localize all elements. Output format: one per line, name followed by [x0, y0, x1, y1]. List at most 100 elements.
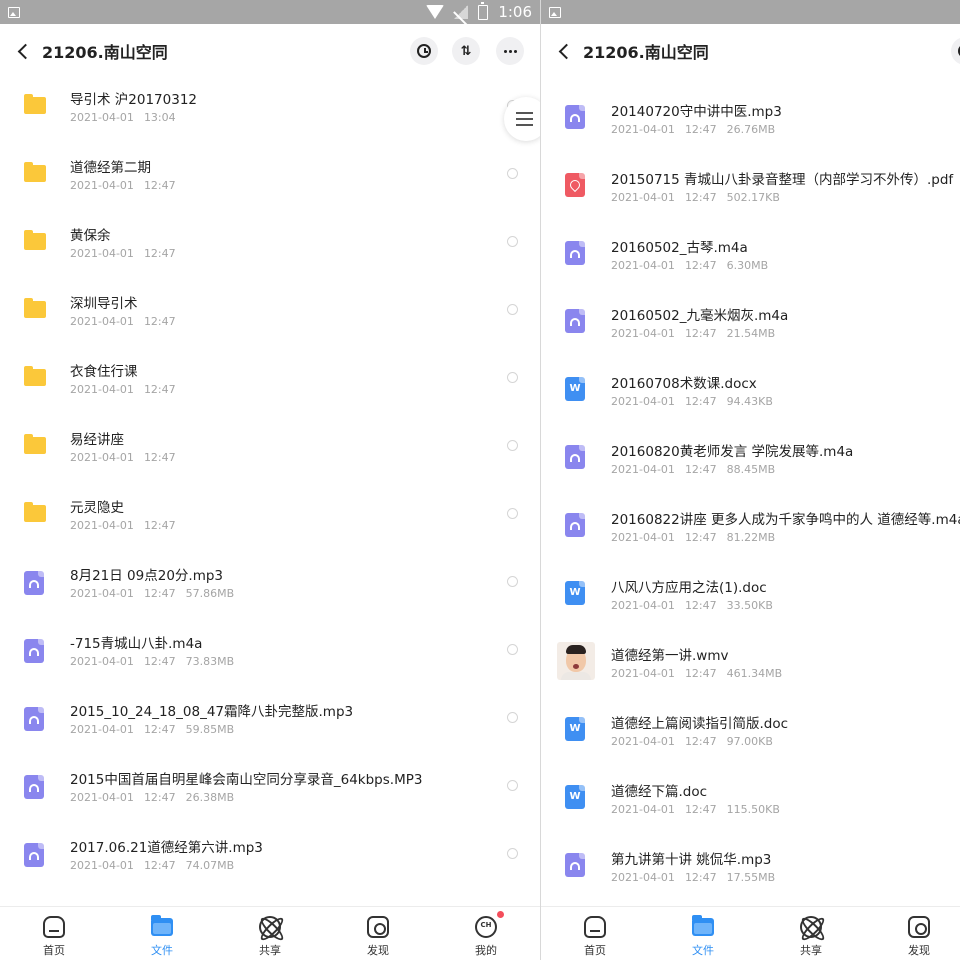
file-meta: 2021-04-01 12:47: [70, 519, 176, 532]
list-item[interactable]: 2017.06.21道德经第六讲.mp3 2021-04-01 12:47 74.07…: [0, 826, 540, 894]
file-time: 12:47: [684, 327, 717, 340]
folder-icon: [24, 298, 46, 318]
list-item[interactable]: -715青城山八卦.m4a 2021-04-01 12:47 73.83MB: [0, 622, 540, 690]
list-item[interactable]: 深圳导引术 2021-04-01 12:47: [0, 282, 540, 350]
nav-home[interactable]: 首页: [555, 907, 635, 960]
list-item[interactable]: 8月21日 09点20分.mp3 2021-04-01 12:47 57.86MB: [0, 554, 540, 622]
nav-mine[interactable]: 我的: [446, 907, 526, 960]
atom-share-icon: [800, 916, 822, 938]
select-radio[interactable]: [507, 168, 518, 179]
nav-mine-label: 我的: [475, 944, 497, 957]
list-item[interactable]: 20160820黄老师发言 学院发展等.m4a 2021-04-01 12:47 88…: [541, 414, 960, 482]
list-item[interactable]: 导引术 沪20170312 2021-04-01 13:04: [0, 78, 540, 146]
nav-discover[interactable]: 发现: [879, 907, 959, 960]
list-item[interactable]: 20140720守中讲中医.mp3 2021-04-01 12:47 26.76MB: [541, 74, 960, 142]
file-time: 12:47: [684, 395, 717, 408]
list-item[interactable]: W 道德经上篇阅读指引简版.doc 2021-04-01 12:47 97.00KB: [541, 686, 960, 754]
select-radio[interactable]: [507, 304, 518, 315]
file-meta: 2021-04-01 12:47 115.50KB: [611, 803, 780, 816]
file-date: 2021-04-01: [70, 111, 134, 124]
file-meta: 2021-04-01 12:47 97.00KB: [611, 735, 773, 748]
more-button[interactable]: [496, 37, 524, 65]
list-item[interactable]: 第九讲第十讲 姚侃华.mp3 2021-04-01 12:47 17.55MB: [541, 822, 960, 890]
list-item[interactable]: 2015中国首届自明星峰会南山空同分享录音_64kbps.MP3 2021-04-…: [0, 758, 540, 826]
file-size: 6.30MB: [726, 259, 769, 272]
file-meta: 2021-04-01 12:47 26.76MB: [611, 123, 775, 136]
nav-files[interactable]: 文件: [663, 907, 743, 960]
nav-home-label: 首页: [584, 944, 606, 957]
select-radio[interactable]: [507, 712, 518, 723]
history-button[interactable]: [410, 37, 438, 65]
file-time: 12:47: [684, 599, 717, 612]
nav-files-label: 文件: [692, 944, 714, 957]
list-item[interactable]: 道德经第二期 2021-04-01 12:47: [0, 146, 540, 214]
nav-home[interactable]: 首页: [14, 907, 94, 960]
audio-file-icon: [565, 853, 585, 877]
header: 21206.南山空同 ⇅: [0, 24, 540, 78]
file-name: 深圳导引术: [70, 296, 138, 312]
audio-file-icon: [24, 639, 44, 663]
file-time: 12:47: [684, 463, 717, 476]
list-item[interactable]: 20160822讲座 更多人成为千家争鸣中的人 道德经等.m4a 2021-04-…: [541, 482, 960, 550]
file-name: 20160502_九毫米烟灰.m4a: [611, 308, 789, 324]
nav-files[interactable]: 文件: [122, 907, 202, 960]
file-meta: 2021-04-01 12:47: [70, 179, 176, 192]
select-radio[interactable]: [507, 440, 518, 451]
file-time: 12:47: [684, 735, 717, 748]
back-arrow-icon[interactable]: [557, 41, 573, 61]
file-meta: 2021-04-01 12:47 33.50KB: [611, 599, 773, 612]
file-meta: 2021-04-01 12:47 21.54MB: [611, 327, 775, 340]
list-item[interactable]: 20160502_九毫米烟灰.m4a 2021-04-01 12:47 21.54MB: [541, 278, 960, 346]
list-item[interactable]: 黄保余 2021-04-01 12:47: [0, 214, 540, 282]
select-radio[interactable]: [507, 848, 518, 859]
gallery-notification-icon: [549, 6, 561, 18]
file-meta: 2021-04-01 12:47 26.38MB: [70, 791, 234, 804]
file-meta: 2021-04-01 12:47 74.07MB: [70, 859, 234, 872]
list-item[interactable]: 道德经第一讲.wmv 2021-04-01 12:47 461.34MB: [541, 618, 960, 686]
select-radio[interactable]: [507, 780, 518, 791]
thumbnail-shirt: [561, 672, 591, 680]
list-item[interactable]: W 八风八方应用之法(1).doc 2021-04-01 12:47 33.50KB: [541, 550, 960, 618]
file-size: 88.45MB: [726, 463, 776, 476]
w-letter-icon: W: [569, 383, 581, 394]
nav-share[interactable]: 共享: [771, 907, 851, 960]
list-item[interactable]: 易经讲座 2021-04-01 12:47: [0, 418, 540, 486]
discover-icon: [367, 916, 389, 938]
word-file-icon: W: [565, 717, 585, 741]
file-meta: 2021-04-01 12:47 502.17KB: [611, 191, 780, 204]
page-title: 21206.南山空同: [42, 43, 168, 62]
folder-icon: [24, 502, 46, 522]
file-time: 12:47: [143, 859, 176, 872]
list-item[interactable]: W 20160708术数课.docx 2021-04-01 12:47 94.43KB: [541, 346, 960, 414]
nav-share[interactable]: 共享: [230, 907, 310, 960]
list-menu-button[interactable]: [504, 97, 540, 141]
file-time: 12:47: [143, 247, 176, 260]
headphone-icon: [570, 114, 580, 122]
file-date: 2021-04-01: [611, 599, 675, 612]
file-meta: 2021-04-01 12:47 6.30MB: [611, 259, 768, 272]
list-item[interactable]: W 道德经下篇.doc 2021-04-01 12:47 115.50KB: [541, 754, 960, 822]
history-button[interactable]: [951, 37, 960, 65]
select-radio[interactable]: [507, 372, 518, 383]
list-item[interactable]: 2015_10_24_18_08_47霜降八卦完整版.mp3 2021-04-01…: [0, 690, 540, 758]
list-item[interactable]: 20150715 青城山八卦录音整理（内部学习不外传）.pdf 2021-04-0…: [541, 142, 960, 210]
cloud-icon: [43, 916, 65, 938]
file-size: 94.43KB: [726, 395, 773, 408]
file-date: 2021-04-01: [70, 315, 134, 328]
select-radio[interactable]: [507, 644, 518, 655]
list-item[interactable]: 衣食住行课 2021-04-01 12:47: [0, 350, 540, 418]
sort-button[interactable]: ⇅: [452, 37, 480, 65]
list-item[interactable]: 元灵隐史 2021-04-01 12:47: [0, 486, 540, 554]
back-arrow-icon[interactable]: [16, 41, 32, 61]
video-thumbnail: [557, 642, 595, 680]
select-radio[interactable]: [507, 576, 518, 587]
nav-discover[interactable]: 发现: [338, 907, 418, 960]
file-date: 2021-04-01: [70, 859, 134, 872]
file-time: 12:47: [684, 871, 717, 884]
select-radio[interactable]: [507, 236, 518, 247]
list-item[interactable]: 20160502_古琴.m4a 2021-04-01 12:47 6.30MB: [541, 210, 960, 278]
file-size: 21.54MB: [726, 327, 776, 340]
select-radio[interactable]: [507, 508, 518, 519]
word-file-icon: W: [565, 785, 585, 809]
file-time: 12:47: [143, 519, 176, 532]
